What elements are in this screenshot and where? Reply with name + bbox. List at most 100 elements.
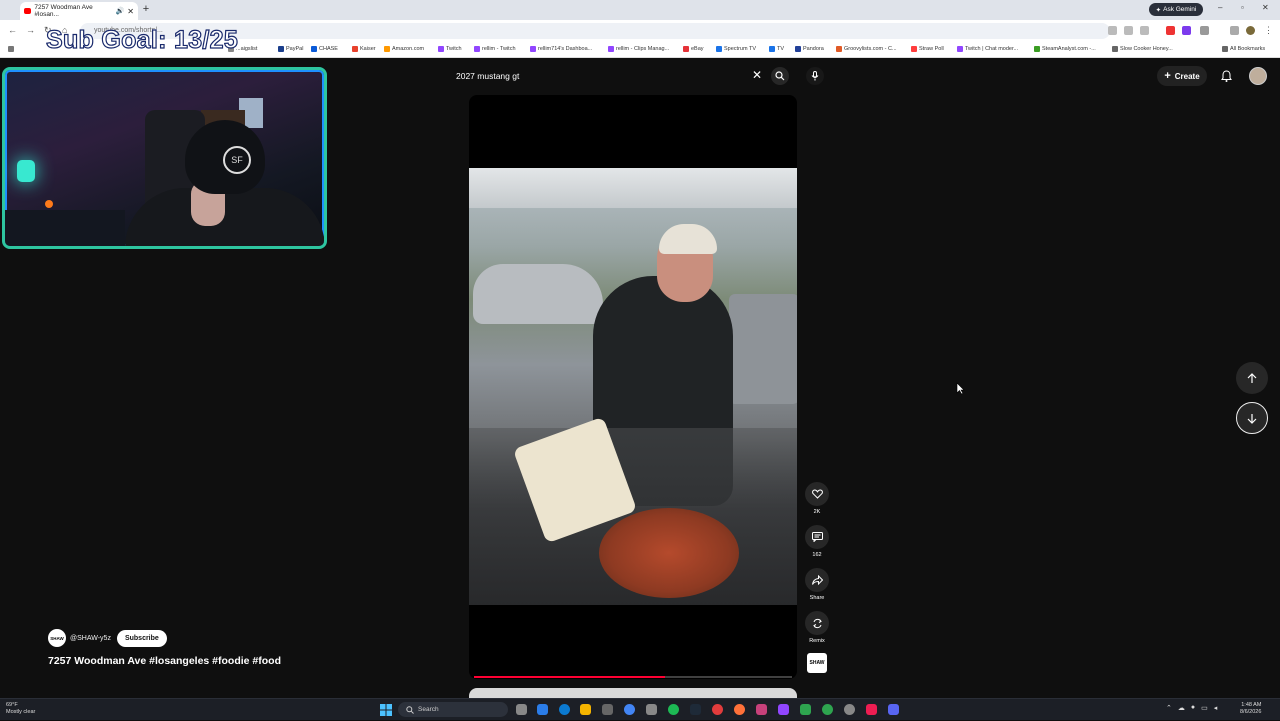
chrome-icon[interactable] [624,704,635,715]
video-tent-canopy [469,168,797,208]
remix-action[interactable]: Remix [804,611,830,644]
bookmark-item[interactable]: Pandora [795,46,824,52]
bookmark-item[interactable]: CHASE [311,46,338,52]
speaker-icon[interactable]: 🔊 [116,7,125,15]
share-button[interactable] [805,568,829,592]
notifications-button[interactable] [1218,68,1234,84]
app-icon[interactable] [646,704,657,715]
minimize-icon[interactable]: – [1218,3,1222,12]
taskbar-clock[interactable]: 1:48 AM 8/6/2026 [1240,702,1261,716]
new-tab-button[interactable]: + [140,3,152,15]
comment-action[interactable]: 162 [804,525,830,558]
app-icon[interactable] [756,704,767,715]
task-view-icon[interactable] [516,704,527,715]
bookmark-item[interactable]: Kaiser [352,46,376,52]
channel-handle[interactable]: @SHAW-y5z [70,635,111,642]
next-short-preview[interactable] [469,688,797,698]
bookmark-item[interactable]: Amazon.com [384,46,424,52]
plus-icon: + [1164,70,1171,82]
app-icon[interactable] [800,704,811,715]
network-icon[interactable]: ▭ [1201,704,1208,712]
cam-person-body [125,188,324,246]
bookmark-item[interactable]: Twitch [438,46,462,52]
file-explorer-icon[interactable] [580,704,591,715]
channel-avatar[interactable]: SHAW [48,629,66,647]
bookmark-item[interactable]: Spectrum TV [716,46,756,52]
like-button[interactable] [805,482,829,506]
remix-button[interactable] [805,611,829,635]
app-icon[interactable] [537,704,548,715]
mic-icon[interactable]: ● [1191,704,1195,712]
tab-close-icon[interactable]: ✕ [127,7,134,16]
sound-action[interactable]: SHAW [804,653,830,673]
next-short-button[interactable] [1236,402,1268,434]
split-view-icon[interactable] [1230,26,1239,35]
bookmark-item[interactable]: Twitch | Chat moder... [957,46,1018,52]
zoom-icon[interactable] [1108,26,1117,35]
bookmark-star-icon[interactable] [1140,26,1149,35]
account-avatar[interactable] [1249,67,1267,85]
bookmark-item[interactable]: SteamAnalyst.com -... [1034,46,1096,52]
spotify-icon[interactable] [668,704,679,715]
bookmark-item[interactable]: Straw Poll [911,46,944,52]
all-bookmarks-button[interactable]: All Bookmarks [1222,46,1265,52]
bookmark-item[interactable]: Slow Cooker Honey... [1112,46,1173,52]
edge-icon[interactable] [559,704,570,715]
window-close-icon[interactable]: ✕ [1262,3,1269,12]
volume-icon[interactable]: ◂ [1214,704,1218,712]
video-frame[interactable] [469,168,797,605]
bookmark-item[interactable]: Groovylists.com - C... [836,46,897,52]
shorts-player[interactable] [469,95,797,679]
install-icon[interactable] [1124,26,1133,35]
bookmark-item[interactable]: eBay [683,46,704,52]
start-button[interactable] [380,703,392,721]
bookmark-item[interactable]: rellim714's Dashboa... [530,46,592,52]
share-arrow-icon [811,575,823,585]
tray-overflow-icon[interactable]: ⌃ [1166,704,1172,712]
channel-sound-thumb[interactable]: SHAW [807,653,827,673]
bookmark-item[interactable]: PayPal [278,46,303,52]
bookmark-item[interactable]: rellim - Clips Manag... [608,46,669,52]
search-input[interactable]: 2027 mustang gt ✕ [448,64,794,88]
firefox-icon[interactable] [734,704,745,715]
share-action[interactable]: Share [804,568,830,601]
temperature: 69°F [6,702,18,708]
cloud-icon[interactable]: ☁ [1178,704,1185,712]
store-icon[interactable] [602,704,613,715]
ask-gemini-button[interactable]: ✦ Ask Gemini [1149,3,1203,16]
bell-icon [1220,70,1232,82]
app-icon[interactable] [844,704,855,715]
apps-grid-icon[interactable] [8,46,14,52]
browser-tab-active[interactable]: 7257 Woodman Ave #losan... 🔊 ✕ [20,2,138,20]
maximize-icon[interactable]: ▫ [1241,3,1244,12]
comments-button[interactable] [805,525,829,549]
search-button[interactable] [771,67,789,85]
discord-icon[interactable] [888,704,899,715]
extension-icon[interactable] [1166,26,1175,35]
voice-search-button[interactable] [806,67,824,85]
forward-icon[interactable]: → [26,25,35,35]
back-icon[interactable]: ← [8,25,17,35]
previous-short-button[interactable] [1236,362,1268,394]
bookmark-item[interactable]: TV [769,46,784,52]
clear-search-icon[interactable]: ✕ [752,68,762,82]
menu-kebab-icon[interactable]: ⋮ [1264,25,1273,36]
obs-icon[interactable] [712,704,723,715]
app-icon[interactable] [778,704,789,715]
profile-avatar[interactable] [1246,26,1255,35]
steam-icon[interactable] [690,704,701,715]
taskbar-search[interactable]: Search [398,702,508,717]
tiktok-icon[interactable] [866,704,877,715]
video-progress-bar[interactable] [474,676,792,678]
extension-icon[interactable] [1182,26,1191,35]
subscribe-button[interactable]: Subscribe [116,629,167,647]
weather-condition: Mostly clear [6,709,36,715]
weather-widget[interactable]: 69°F Mostly clear [6,702,35,716]
extensions-puzzle-icon[interactable] [1200,26,1209,35]
bookmark-item[interactable]: rellim - Twitch [474,46,516,52]
create-button[interactable]: + Create [1157,66,1207,86]
video-title[interactable]: 7257 Woodman Ave #losangeles #foodie #fo… [48,655,281,667]
video-truck [729,294,797,404]
xbox-icon[interactable] [822,704,833,715]
like-action[interactable]: 2K [804,482,830,515]
